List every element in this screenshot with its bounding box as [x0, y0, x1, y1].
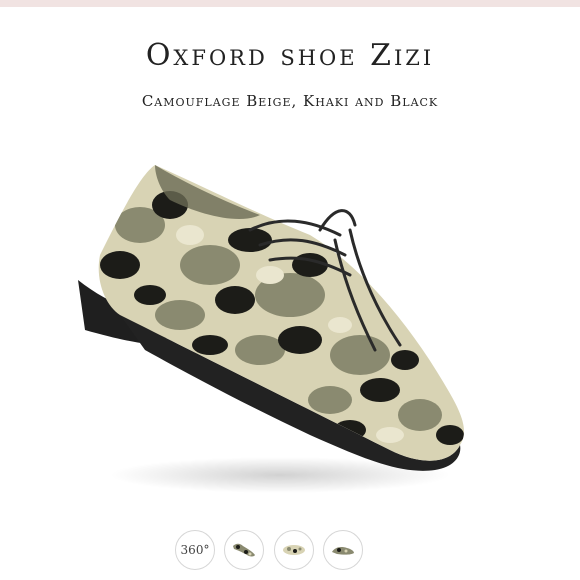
top-accent-strip — [0, 0, 580, 7]
product-image — [78, 165, 465, 493]
product-title: Oxford shoe Zizi — [145, 38, 435, 73]
view-thumbnails: 360° — [0, 530, 580, 574]
thumbnail-top-view[interactable] — [274, 530, 314, 570]
product-page: Oxford shoe Zizi Camouflage Beige, Khaki… — [0, 0, 580, 580]
product-subtitle: Camouflage Beige, Khaki and Black — [141, 92, 439, 110]
thumbnail-side-view[interactable] — [224, 530, 264, 570]
shoe-top-thumbnail-icon — [283, 545, 305, 555]
shoe-side-thumbnail-icon — [233, 543, 255, 557]
thumbnail-sole-view[interactable] — [323, 530, 363, 570]
thumbnail-360-label: 360° — [180, 543, 210, 557]
thumbnail-360-view[interactable]: 360° — [175, 530, 215, 570]
shoe-sole-thumbnail-icon — [332, 547, 354, 555]
